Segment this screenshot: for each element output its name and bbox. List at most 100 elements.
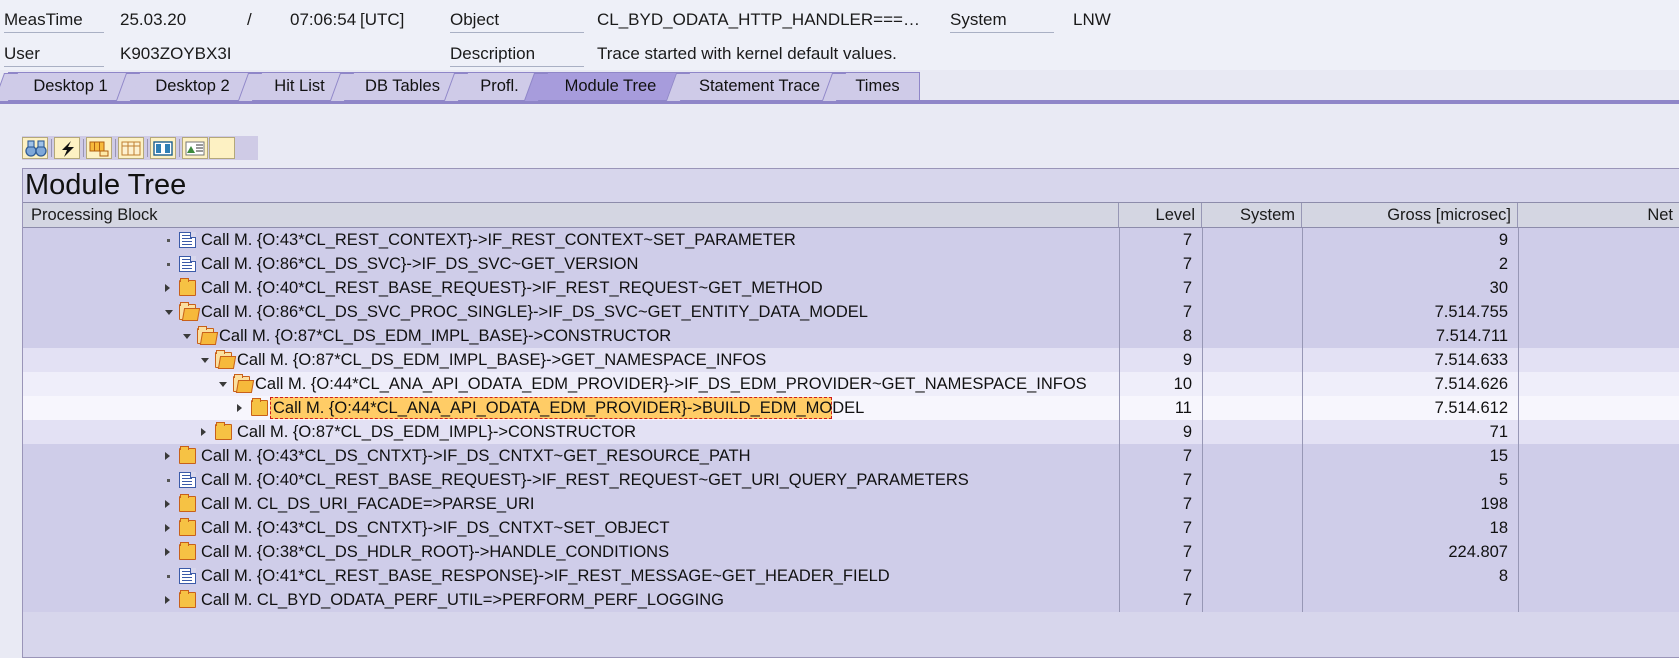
system-cell [1202, 348, 1292, 372]
column-header-net[interactable]: Net [1518, 203, 1679, 227]
folder-icon [179, 542, 196, 560]
collapse-triangle-icon[interactable] [201, 358, 209, 363]
table-row[interactable]: Call M. {O:38*CL_DS_HDLR_ROOT}->HANDLE_C… [23, 540, 1679, 564]
expand-columns-icon[interactable] [86, 137, 112, 159]
column-divider [1518, 300, 1519, 324]
level-cell: 8 [1182, 327, 1192, 345]
user-label: User [4, 44, 40, 63]
expand-triangle-icon[interactable] [165, 452, 170, 460]
level-cell: 10 [1173, 375, 1192, 393]
processing-block-cell: Call M. {O:87*CL_DS_EDM_IMPL_BASE}->GET_… [237, 351, 767, 369]
system-cell [1202, 324, 1292, 348]
document-icon [179, 232, 196, 248]
tab-desktop-1[interactable]: Desktop 1 [0, 72, 134, 101]
gross-cell: 5 [1498, 471, 1508, 489]
processing-block-cell: Call M. {O:86*CL_DS_SVC_PROC_SINGLE}->IF… [201, 303, 868, 321]
expand-triangle-icon[interactable] [165, 596, 170, 604]
system-cell [1202, 276, 1292, 300]
tab-db-tables[interactable]: DB Tables [329, 72, 462, 101]
collapse-triangle-icon[interactable] [183, 334, 191, 339]
system-value: LNW [1073, 10, 1111, 29]
column-header-row: Processing Block Level System Gross [micros… [23, 202, 1679, 228]
gross-cell: 224.807 [1448, 543, 1508, 561]
table-row[interactable]: Call M. CL_DS_URI_FACADE=>PARSE_URI 7 198 [23, 492, 1679, 516]
column-header-system[interactable]: System [1202, 203, 1302, 227]
column-header-name[interactable]: Processing Block [23, 203, 1119, 227]
level-cell: 7 [1182, 447, 1192, 465]
collapse-triangle-icon[interactable] [219, 382, 227, 387]
table-grid-icon[interactable] [118, 137, 144, 159]
object-label: Object [450, 10, 500, 29]
tab-label: Profl. [480, 77, 519, 95]
folder-icon [179, 278, 196, 296]
tab-desktop-2[interactable]: Desktop 2 [115, 72, 256, 101]
processing-block-cell: Call M. {O:40*CL_REST_BASE_REQUEST}->IF_… [201, 471, 969, 489]
table-row[interactable]: Call M. {O:40*CL_REST_BASE_REQUEST}->IF_… [23, 468, 1679, 492]
column-divider [1518, 276, 1519, 300]
folder-icon [179, 518, 196, 536]
table-row[interactable]: Call M. {O:87*CL_DS_EDM_IMPL_BASE}->GET_… [23, 348, 1679, 372]
expand-triangle-icon[interactable] [201, 428, 206, 436]
table-row[interactable]: Call M. {O:87*CL_DS_EDM_IMPL}->CONSTRUCT… [23, 420, 1679, 444]
expand-triangle-icon[interactable] [165, 548, 170, 556]
lightning-icon[interactable] [54, 137, 80, 159]
processing-block-cell: Call M. {O:40*CL_REST_BASE_REQUEST}->IF_… [201, 279, 823, 297]
trace-header: MeasTime 25.03.20 / 07:06:54 [UTC] Objec… [0, 0, 1679, 70]
table-row[interactable]: Call M. {O:40*CL_REST_BASE_REQUEST}->IF_… [23, 276, 1679, 300]
folder-open-icon [233, 374, 250, 392]
table-row[interactable]: Call M. {O:44*CL_ANA_API_ODATA_EDM_PROVI… [23, 372, 1679, 396]
tab-edge [0, 73, 19, 101]
module-tree-grid: Processing Block Level System Gross [micros… [23, 202, 1679, 657]
expand-triangle-icon[interactable] [237, 404, 242, 412]
expand-triangle-icon[interactable] [165, 524, 170, 532]
system-cell [1202, 516, 1292, 540]
processing-block-cell: Call M. CL_DS_URI_FACADE=>PARSE_URI [201, 495, 535, 513]
description-value: Trace started with kernel default values… [597, 44, 897, 63]
level-cell: 11 [1174, 399, 1192, 417]
detail-list-icon[interactable] [182, 137, 208, 159]
find-icon[interactable] [22, 137, 48, 159]
column-divider [1518, 396, 1519, 420]
processing-block-cell: Call M. {O:43*CL_REST_CONTEXT}->IF_REST_… [201, 231, 796, 249]
table-row[interactable]: Call M. {O:41*CL_REST_BASE_RESPONSE}->IF… [23, 564, 1679, 588]
column-header-level[interactable]: Level [1119, 203, 1202, 227]
gross-cell: 71 [1489, 423, 1508, 441]
tab-times[interactable]: Times [821, 72, 920, 101]
folder-open-icon [197, 326, 214, 344]
table-row[interactable]: Call M. {O:87*CL_DS_EDM_IMPL_BASE}->CONS… [23, 324, 1679, 348]
system-cell [1202, 540, 1292, 564]
system-cell [1202, 252, 1292, 276]
description-label-underline [450, 66, 584, 67]
table-row[interactable]: Call M. {O:43*CL_DS_CNTXT}->IF_DS_CNTXT~… [23, 516, 1679, 540]
table-row[interactable]: Call M. {O:43*CL_DS_CNTXT}->IF_DS_CNTXT~… [23, 444, 1679, 468]
document-icon [179, 568, 196, 584]
processing-block-cell: Call M. {O:43*CL_DS_CNTXT}->IF_DS_CNTXT~… [201, 447, 751, 465]
table-row[interactable]: Call M. CL_BYD_ODATA_PERF_UTIL=>PERFORM_… [23, 588, 1679, 612]
expand-triangle-icon[interactable] [165, 500, 170, 508]
table-row[interactable]: Call M. {O:86*CL_DS_SVC_PROC_SINGLE}->IF… [23, 300, 1679, 324]
column-divider [1518, 252, 1519, 276]
meas-clock-value: 07:06:54 [290, 10, 357, 29]
blank-icon[interactable] [209, 137, 235, 159]
object-value: CL_BYD_ODATA_HTTP_HANDLER===… [597, 10, 920, 29]
column-divider [1518, 588, 1519, 612]
gross-cell: 7.514.633 [1434, 351, 1508, 369]
document-icon [179, 256, 196, 272]
table-row[interactable]: Call M. {O:86*CL_DS_SVC}->IF_DS_SVC~GET_… [23, 252, 1679, 276]
select-column-icon[interactable] [150, 137, 176, 159]
tab-module-tree[interactable]: Module Tree [523, 72, 684, 101]
table-row[interactable]: Call M. {O:44*CL_ANA_API_ODATA_EDM_PROVI… [23, 396, 1679, 420]
tab-statement-trace[interactable]: Statement Trace [665, 72, 840, 101]
table-row[interactable]: Call M. {O:43*CL_REST_CONTEXT}->IF_REST_… [23, 228, 1679, 252]
system-cell [1202, 564, 1292, 588]
column-divider [1518, 228, 1519, 252]
document-icon [179, 472, 196, 488]
column-header-gross[interactable]: Gross [microsec] [1302, 203, 1518, 227]
level-cell: 7 [1182, 519, 1192, 537]
gross-cell: 15 [1489, 447, 1508, 465]
processing-block-cell: Call M. {O:41*CL_REST_BASE_RESPONSE}->IF… [201, 567, 890, 585]
collapse-triangle-icon[interactable] [165, 310, 173, 315]
system-cell [1202, 372, 1292, 396]
expand-triangle-icon[interactable] [165, 284, 170, 292]
level-cell: 7 [1182, 495, 1192, 513]
